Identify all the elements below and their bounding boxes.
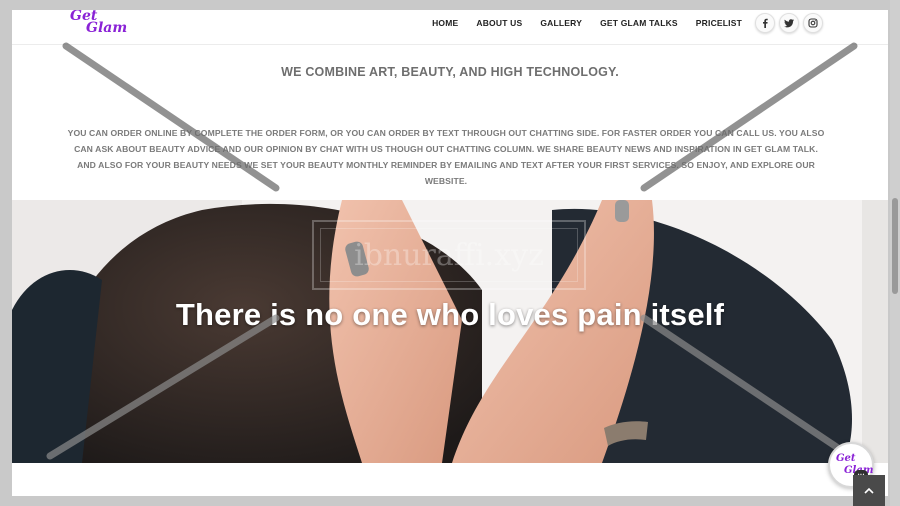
hero-title: There is no one who loves pain itself [175,297,725,332]
instagram-icon[interactable] [803,13,823,33]
main-nav: HOME ABOUT US GALLERY GET GLAM TALKS PRI… [432,10,742,36]
scroll-thumb[interactable] [892,198,898,294]
nav-item-about-us[interactable]: ABOUT US [476,18,522,28]
site-header: Get Glam HOME ABOUT US GALLERY GET GLAM … [12,10,888,45]
nav-item-home[interactable]: HOME [432,18,458,28]
facebook-icon[interactable] [755,13,775,33]
watermark: ibnuraffi.xyz [312,220,586,290]
page-frame: Get Glam HOME ABOUT US GALLERY GET GLAM … [12,10,888,496]
site-logo[interactable]: Get Glam [68,10,132,38]
page-scrollbar[interactable] [890,0,900,506]
nav-item-get-glam-talks[interactable]: GET GLAM TALKS [600,18,678,28]
logo-line2: Glam [86,20,128,36]
chevron-up-icon [864,487,874,494]
section-tagline: WE COMBINE ART, BEAUTY, AND HIGH TECHNOL… [281,65,619,79]
nav-item-gallery[interactable]: GALLERY [540,18,582,28]
hero-banner: ibnuraffi.xyz There is no one who loves … [12,200,888,463]
nav-item-pricelist[interactable]: PRICELIST [696,18,742,28]
social-links [755,13,823,33]
back-to-top-button[interactable] [853,475,885,506]
intro-paragraph: YOU CAN ORDER ONLINE BY COMPLETE THE ORD… [67,128,825,186]
chat-logo-line1: Get [836,453,856,464]
twitter-icon[interactable] [779,13,799,33]
